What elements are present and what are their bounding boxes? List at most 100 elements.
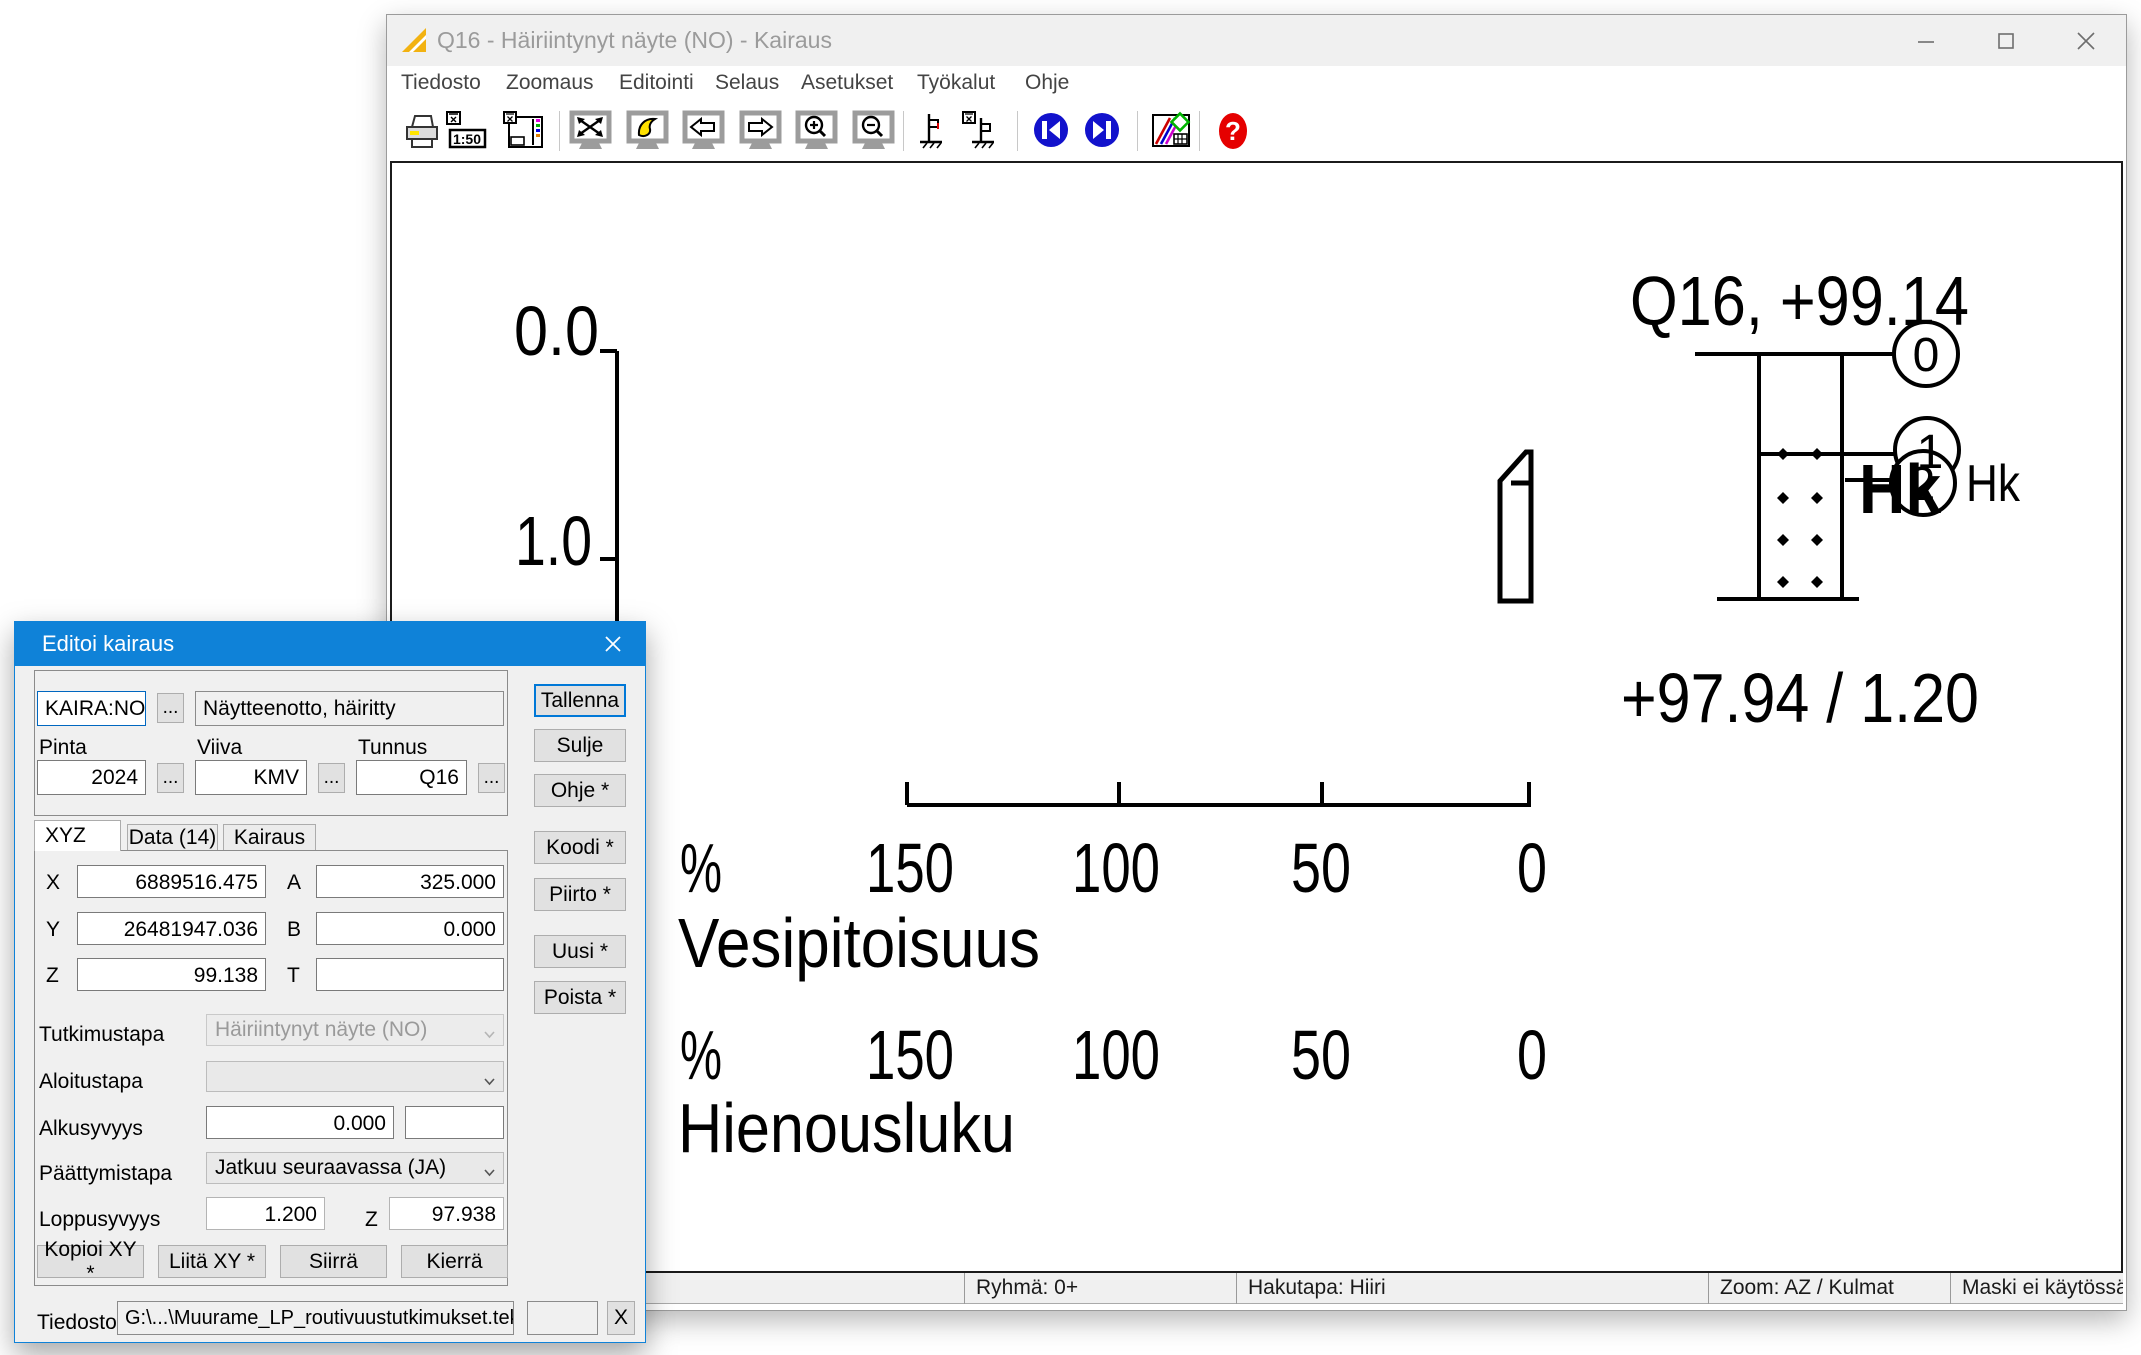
draw-button[interactable]: Piirto * [534, 878, 626, 911]
svg-text:100: 100 [1072, 829, 1160, 907]
toolbar-separator [1137, 111, 1138, 151]
status-cell-group: Ryhmä: 0+ [964, 1273, 1236, 1304]
x-field[interactable]: 6889516.475 [77, 865, 266, 898]
close-dialog-button[interactable]: Sulje [534, 729, 626, 762]
a-label: A [287, 871, 301, 895]
browse-viiva-button[interactable]: ... [318, 763, 345, 793]
print-icon[interactable] [400, 110, 444, 154]
status-cell-pick-mode: Hakutapa: Hiiri [1236, 1273, 1708, 1304]
svg-text:50: 50 [1291, 1016, 1351, 1094]
copy-xy-button[interactable]: Kopioi XY * [37, 1245, 144, 1278]
dialog-title-bar[interactable]: Editoi kairaus [15, 622, 645, 666]
paste-xy-button[interactable]: Liitä XY * [158, 1245, 266, 1278]
viiva-field[interactable]: KMV [195, 760, 307, 795]
pan-left-icon[interactable] [679, 110, 723, 154]
toolbar: 1:50 [387, 101, 2126, 161]
z-field[interactable]: 99.138 [77, 958, 266, 991]
svg-text:%: % [680, 829, 722, 907]
scale-icon[interactable]: 1:50 [445, 110, 489, 154]
fines-axis-label: Hienousluku [678, 1089, 1015, 1167]
drawing-canvas[interactable]: 0.0 1.0 Q16, +99.14 [390, 161, 2123, 1273]
soil-label: Hk [1966, 455, 2021, 513]
menu-tiedosto[interactable]: Tiedosto [401, 66, 481, 101]
z-label: Z [46, 964, 59, 988]
new-button[interactable]: Uusi * [534, 935, 626, 968]
b-label: B [287, 918, 301, 942]
survey-type-code-field[interactable]: KAIRA:NO [37, 691, 146, 726]
water-axis-label: Vesipitoisuus [678, 904, 1040, 982]
a-field[interactable]: 325.000 [316, 865, 504, 898]
svg-text:%: % [680, 1016, 722, 1094]
menu-ohje[interactable]: Ohje [1025, 66, 1069, 101]
help-icon[interactable]: ? [1211, 110, 1255, 154]
browse-type-button[interactable]: ... [157, 693, 184, 723]
tunnus-field[interactable]: Q16 [356, 760, 467, 795]
y-field[interactable]: 26481947.036 [77, 912, 266, 945]
main-window: Q16 - Häiriintynyt näyte (NO) - Kairaus … [386, 14, 2127, 1311]
loppu-z-field[interactable]: 97.938 [389, 1197, 504, 1230]
move-button[interactable]: Siirrä [280, 1245, 387, 1278]
mask-settings-icon[interactable] [1149, 110, 1193, 154]
browse-tunnus-button[interactable]: ... [478, 763, 505, 793]
next-point-icon[interactable] [1080, 110, 1124, 154]
svg-text:50: 50 [1291, 829, 1351, 907]
tab-xyz[interactable]: XYZ [34, 820, 121, 851]
help-button[interactable]: Ohje * [534, 774, 626, 807]
aloitustapa-label: Aloitustapa [39, 1070, 143, 1094]
redraw-icon[interactable] [623, 110, 667, 154]
code-button[interactable]: Koodi * [534, 831, 626, 864]
page-setup-icon[interactable] [502, 110, 546, 154]
menu-selaus[interactable]: Selaus [715, 66, 779, 101]
clear-file-button[interactable]: X [607, 1301, 635, 1335]
paattymistapa-select[interactable]: Jatkuu seuraavassa (JA) [206, 1152, 504, 1184]
browse-pinta-button[interactable]: ... [157, 763, 184, 793]
loppusyvyys-field[interactable]: 1.200 [206, 1197, 325, 1230]
loppu-z-label: Z [365, 1208, 378, 1232]
pinta-field[interactable]: 2024 [37, 760, 146, 795]
menu-editointi[interactable]: Editointi [619, 66, 694, 101]
zoom-out-icon[interactable] [849, 110, 893, 154]
menu-zoomaus[interactable]: Zoomaus [506, 66, 594, 101]
save-button[interactable]: Tallenna [534, 684, 626, 717]
pan-right-icon[interactable] [736, 110, 780, 154]
alkusyvyys-extra-field[interactable] [405, 1106, 504, 1139]
toolbar-separator [1017, 111, 1018, 151]
zoom-extents-icon[interactable] [566, 110, 610, 154]
window-title: Q16 - Häiriintynyt näyte (NO) - Kairaus [437, 15, 832, 66]
file-path-field: G:\...\Muurame_LP_routivuustutkimukset.t… [117, 1301, 514, 1335]
status-cell-mask: Maski ei käytössä [1950, 1273, 2123, 1304]
point-symbol-icon[interactable] [915, 110, 949, 154]
previous-point-icon[interactable] [1029, 110, 1073, 154]
svg-text:0: 0 [1517, 829, 1547, 907]
delete-button[interactable]: Poista * [534, 981, 626, 1014]
dialog-close-button[interactable] [589, 622, 637, 666]
svg-text:?: ? [1225, 116, 1241, 146]
rotate-button[interactable]: Kierrä [401, 1245, 508, 1278]
aloitustapa-select[interactable] [206, 1061, 504, 1092]
survey-type-desc-field: Näytteenotto, häiritty [195, 691, 504, 726]
title-bar[interactable]: Q16 - Häiriintynyt näyte (NO) - Kairaus [387, 15, 2126, 66]
zoom-in-icon[interactable] [792, 110, 836, 154]
soil-dots [1777, 448, 1823, 588]
svg-text:0: 0 [1913, 329, 1940, 382]
alkusyvyys-field[interactable]: 0.000 [206, 1106, 394, 1139]
close-button[interactable] [2056, 15, 2116, 66]
b-field[interactable]: 0.000 [316, 912, 504, 945]
y-label: Y [46, 918, 60, 942]
point-symbol-defined-icon[interactable] [961, 110, 1001, 154]
dialog-title: Editoi kairaus [42, 622, 174, 666]
screen: Q16 - Häiriintynyt näyte (NO) - Kairaus … [0, 0, 2141, 1355]
menu-tyokalut[interactable]: Työkalut [917, 66, 995, 101]
tab-data[interactable]: Data (14) [127, 824, 218, 851]
maximize-button[interactable] [1976, 15, 2036, 66]
pinta-label: Pinta [39, 736, 87, 760]
minimize-button[interactable] [1896, 15, 1956, 66]
tab-kairaus[interactable]: Kairaus [223, 824, 316, 851]
menu-asetukset[interactable]: Asetukset [801, 66, 893, 101]
tunnus-label: Tunnus [358, 736, 427, 760]
t-field[interactable] [316, 958, 504, 991]
file-extra-field [527, 1301, 598, 1335]
tiedosto-label: Tiedosto [37, 1311, 117, 1335]
tutkimustapa-label: Tutkimustapa [39, 1023, 164, 1047]
svg-text:150: 150 [866, 829, 954, 907]
